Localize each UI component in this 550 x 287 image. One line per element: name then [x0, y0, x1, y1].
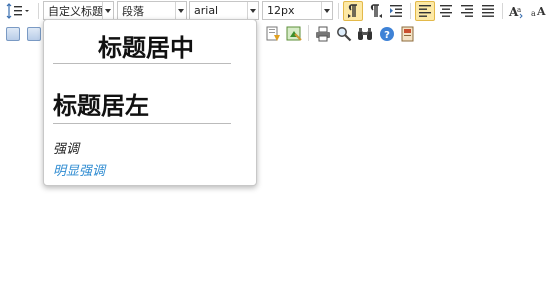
align-left-icon	[419, 5, 431, 17]
font-family-select[interactable]: arial	[189, 1, 259, 20]
drafts-icon	[401, 26, 414, 42]
custom-style-select[interactable]: 自定义标题	[43, 1, 114, 20]
toolbar-separator	[338, 3, 339, 19]
insert-row-button[interactable]	[3, 24, 23, 44]
template-icon	[266, 26, 280, 41]
menu-item-strong-emphasis[interactable]: 明显强调	[53, 160, 231, 179]
magnifier-icon	[337, 27, 352, 42]
print-icon	[316, 26, 330, 42]
table-icon	[6, 27, 20, 41]
template-button[interactable]	[263, 24, 283, 44]
chevron-down-icon[interactable]	[247, 2, 258, 19]
custom-style-value: 自定义标题	[48, 4, 102, 18]
paragraph-select[interactable]: 段落	[117, 1, 187, 20]
align-center-button[interactable]	[436, 1, 456, 21]
font-size-value: 12px	[267, 4, 295, 17]
chevron-down-icon[interactable]	[102, 2, 113, 19]
menu-item-label: 强调	[53, 142, 80, 157]
help-icon: ?	[380, 27, 394, 41]
align-justify-button[interactable]	[478, 1, 498, 21]
toolbar-separator	[502, 3, 503, 19]
svg-text:?: ?	[384, 30, 390, 41]
menu-item-label: 标题居中	[98, 34, 194, 62]
help-button[interactable]: ?	[377, 24, 397, 44]
uppercase-icon: A a	[508, 5, 523, 19]
menu-item-title-center[interactable]: 标题居中	[53, 33, 231, 64]
to-lowercase-button[interactable]: a A	[528, 1, 548, 21]
line-height-icon	[6, 3, 29, 19]
align-left-button[interactable]	[415, 1, 435, 21]
drafts-button[interactable]	[398, 24, 418, 44]
ltr-direction-button[interactable]	[343, 1, 363, 21]
align-right-icon	[461, 5, 473, 17]
rtl-direction-icon	[370, 4, 382, 18]
preview-button[interactable]	[334, 24, 354, 44]
menu-item-emphasis[interactable]: 强调	[53, 138, 231, 157]
svg-text:a: a	[517, 6, 521, 14]
menu-item-title-left[interactable]: 标题居左	[53, 90, 231, 124]
toolbar-separator	[308, 25, 309, 41]
align-right-button[interactable]	[457, 1, 477, 21]
toolbar-separator	[38, 3, 39, 19]
chevron-down-icon[interactable]	[175, 2, 186, 19]
ltr-direction-icon	[348, 4, 357, 18]
font-size-select[interactable]: 12px	[262, 1, 333, 20]
binoculars-icon	[358, 28, 372, 40]
insert-col-button[interactable]	[24, 24, 44, 44]
font-family-value: arial	[194, 4, 219, 17]
lowercase-icon: a A	[531, 5, 546, 18]
rtl-direction-button[interactable]	[365, 1, 385, 21]
paragraph-value: 段落	[122, 4, 144, 18]
background-button[interactable]	[284, 24, 304, 44]
line-height-button[interactable]	[2, 1, 32, 21]
svg-text:A: A	[536, 5, 546, 18]
custom-style-menu: 标题居中 标题居左 强调 明显强调	[43, 19, 257, 186]
table-icon	[27, 27, 41, 41]
menu-item-label: 明显强调	[53, 164, 106, 179]
svg-text:a: a	[531, 9, 536, 18]
menu-item-label: 标题居左	[53, 92, 149, 120]
toolbar-separator	[410, 3, 411, 19]
chevron-down-icon[interactable]	[321, 2, 332, 19]
indent-icon	[390, 5, 402, 17]
align-center-icon	[440, 5, 452, 17]
to-uppercase-button[interactable]: A a	[506, 1, 526, 21]
print-button[interactable]	[313, 24, 333, 44]
align-justify-icon	[482, 5, 494, 17]
search-replace-button[interactable]	[355, 24, 375, 44]
indent-button[interactable]	[386, 1, 406, 21]
background-icon	[286, 26, 302, 41]
